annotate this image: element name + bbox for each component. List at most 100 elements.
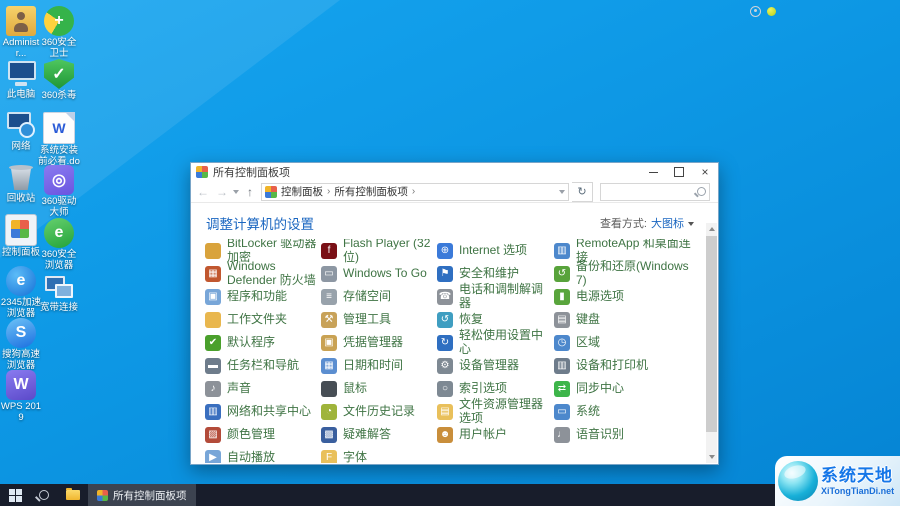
forward-button[interactable]: → xyxy=(214,185,230,199)
recent-locations-chevron-icon[interactable] xyxy=(233,190,239,197)
desktop-icon-av-360[interactable]: ✓360杀毒 xyxy=(38,53,80,106)
window-title: 所有控制面板项 xyxy=(213,164,290,180)
close-icon: × xyxy=(701,166,708,178)
control-panel-window: 所有控制面板项 × ← → ↑ 控制面板 › 所有控制面板项 › ↻ xyxy=(190,162,719,465)
control-panel-item[interactable]: ⚙设备管理器 xyxy=(435,354,552,377)
desktop-icon-this-pc[interactable]: 此电脑 xyxy=(0,52,42,104)
control-panel-item[interactable]: 鼠标 xyxy=(319,377,435,400)
desktop-icon-broadband[interactable]: 宽带连接 xyxy=(38,265,80,318)
control-panel-item[interactable]: ▮电源选项 xyxy=(552,285,694,308)
desktop-icon-wps[interactable]: WWPS 2019 xyxy=(0,364,42,416)
control-panel-item[interactable]: ▭系统 xyxy=(552,400,694,423)
window-titlebar[interactable]: 所有控制面板项 × xyxy=(191,163,718,181)
control-panel-item[interactable]: ▨颜色管理 xyxy=(203,423,319,446)
control-panel-item[interactable]: ≡存储空间 xyxy=(319,285,435,308)
desktop-icon-recycle-bin[interactable]: 回收站 xyxy=(0,156,42,208)
control-panel-item-icon: ◷ xyxy=(554,335,570,351)
desktop-icon-label: 宽带连接 xyxy=(38,303,80,314)
control-panel-item[interactable]: ▦Windows Defender 防火墙 xyxy=(203,262,319,285)
scroll-down-arrow[interactable] xyxy=(706,452,717,463)
control-panel-item[interactable]: ⇄同步中心 xyxy=(552,377,694,400)
start-button[interactable] xyxy=(0,484,30,506)
control-panel-item-label: 鼠标 xyxy=(343,382,367,395)
desktop-icon-browser-360[interactable]: e360安全浏览器 xyxy=(38,212,80,265)
tray-360-icon[interactable] xyxy=(750,6,761,17)
control-panel-item[interactable]: ◔文件历史记录 xyxy=(319,400,435,423)
close-button[interactable]: × xyxy=(692,163,718,181)
control-panel-item[interactable]: ☎电话和调制解调器 xyxy=(435,285,552,308)
control-panel-item-icon: ▥ xyxy=(554,358,570,374)
control-panel-item[interactable]: ▦日期和时间 xyxy=(319,354,435,377)
file-explorer-button[interactable] xyxy=(58,484,88,506)
control-panel-item[interactable]: ↻轻松使用设置中心 xyxy=(435,331,552,354)
control-panel-item[interactable]: ⚒管理工具 xyxy=(319,308,435,331)
back-button[interactable]: ← xyxy=(195,185,211,199)
desktop-icon-label: 此电脑 xyxy=(0,90,42,101)
search-input[interactable] xyxy=(604,185,697,198)
control-panel-item[interactable]: ☻用户帐户 xyxy=(435,423,552,446)
taskbar-search-button[interactable] xyxy=(30,484,58,506)
minimize-button[interactable] xyxy=(640,163,666,181)
control-panel-item[interactable]: ▣程序和功能 xyxy=(203,285,319,308)
control-panel-item[interactable]: ▤键盘 xyxy=(552,308,694,331)
control-panel-item-label: 安全和维护 xyxy=(459,267,519,280)
control-panel-item-icon: ⚑ xyxy=(437,266,453,282)
control-panel-item[interactable]: ♩语音识别 xyxy=(552,423,694,446)
control-panel-item[interactable]: ♪声音 xyxy=(203,377,319,400)
control-panel-item[interactable]: ▭Windows To Go xyxy=(319,262,435,285)
breadcrumb-control-panel[interactable]: 控制面板 xyxy=(281,184,323,199)
desktop-icon-docx[interactable]: W系统安装前必看.docx xyxy=(38,106,80,159)
control-panel-icon xyxy=(5,214,37,246)
control-panel-item-icon: ◔ xyxy=(321,404,337,420)
user-folder-icon xyxy=(6,6,36,36)
control-panel-item[interactable]: ▤文件资源管理器选项 xyxy=(435,400,552,423)
network-icon xyxy=(6,110,36,140)
control-panel-item[interactable]: ▥网络和共享中心 xyxy=(203,400,319,423)
desktop-icon-drv-360[interactable]: ◎360驱动大师 xyxy=(38,159,80,212)
desktop-icon-sogou[interactable]: S搜狗高速浏览器 xyxy=(0,312,42,364)
desktop-icon-user-folder[interactable]: Administr... xyxy=(0,0,42,52)
vertical-scrollbar[interactable] xyxy=(706,223,717,463)
control-panel-item[interactable]: ↺备份和还原(Windows 7) xyxy=(552,262,694,285)
scrollbar-thumb[interactable] xyxy=(706,236,717,432)
control-panel-item-label: 电源选项 xyxy=(576,290,624,303)
view-by-control[interactable]: 查看方式: 大图标 xyxy=(600,215,694,231)
scroll-up-arrow[interactable] xyxy=(706,223,717,234)
browser-2345-icon: e xyxy=(6,266,36,296)
control-panel-item[interactable]: ▩疑难解答 xyxy=(319,423,435,446)
control-panel-item[interactable]: ▶自动播放 xyxy=(203,446,319,463)
search-box[interactable] xyxy=(600,183,710,201)
control-panel-item[interactable]: ◷区域 xyxy=(552,331,694,354)
tray-status-icon[interactable] xyxy=(767,7,776,16)
control-panel-item-label: 键盘 xyxy=(576,313,600,326)
desktop-icon-network[interactable]: 网络 xyxy=(0,104,42,156)
control-panel-item[interactable]: ▬任务栏和导航 xyxy=(203,354,319,377)
control-panel-item-icon: ↺ xyxy=(554,266,570,282)
this-pc-icon xyxy=(6,58,36,88)
control-panel-item[interactable]: ▥ 设备和打印机 xyxy=(552,354,694,377)
control-panel-item[interactable]: ⊕Internet 选项 xyxy=(435,239,552,262)
control-panel-item-label: 工作文件夹 xyxy=(227,313,287,326)
refresh-button[interactable]: ↻ xyxy=(572,182,593,202)
address-bar[interactable]: 控制面板 › 所有控制面板项 › xyxy=(261,183,569,201)
control-panel-item-icon: ▥ xyxy=(554,243,570,259)
control-panel-item[interactable]: 工作文件夹 xyxy=(203,308,319,331)
control-panel-item-label: 设备和打印机 xyxy=(576,359,648,372)
control-panel-item[interactable]: fFlash Player (32 位) xyxy=(319,239,435,262)
desktop-icon-safe-360[interactable]: +360安全卫士 xyxy=(38,0,80,53)
taskbar-app-control-panel[interactable]: 所有控制面板项 xyxy=(88,484,196,506)
address-dropdown-icon[interactable] xyxy=(559,190,565,197)
breadcrumb-all-items[interactable]: 所有控制面板项 xyxy=(334,184,408,199)
page-title: 调整计算机的设置 xyxy=(206,213,314,233)
view-by-value[interactable]: 大图标 xyxy=(651,215,684,231)
control-panel-item[interactable]: ▣凭据管理器 xyxy=(319,331,435,354)
control-panel-item[interactable]: ✔默认程序 xyxy=(203,331,319,354)
desktop-icon-control-panel[interactable]: 控制面板 xyxy=(0,208,42,260)
desktop-icon-browser-2345[interactable]: e2345加速浏览器 xyxy=(0,260,42,312)
up-button[interactable]: ↑ xyxy=(242,185,258,199)
maximize-button[interactable] xyxy=(666,163,692,181)
view-by-dropdown-icon[interactable] xyxy=(688,222,694,229)
control-panel-item[interactable]: F字体 xyxy=(319,446,435,463)
icon-glyph: + xyxy=(44,6,74,36)
system-tray xyxy=(750,0,776,22)
